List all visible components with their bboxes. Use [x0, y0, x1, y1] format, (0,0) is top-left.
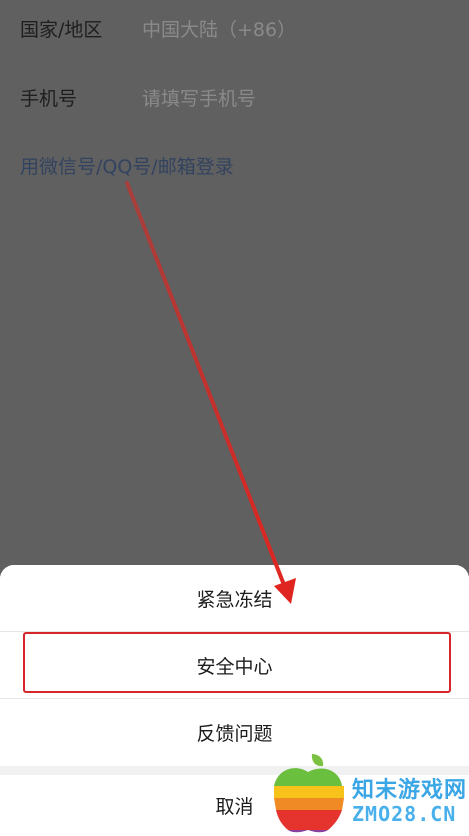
site-watermark: 知末游戏网 ZMO28.CN: [268, 752, 468, 834]
arrow-shaft: [125, 181, 288, 592]
arrow-head: [274, 578, 296, 604]
apple-logo-icon: [274, 754, 344, 833]
annotation-arrow: [125, 181, 296, 604]
watermark-title: 知末游戏网: [352, 778, 468, 803]
watermark-domain: ZMO28.CN: [352, 802, 457, 826]
